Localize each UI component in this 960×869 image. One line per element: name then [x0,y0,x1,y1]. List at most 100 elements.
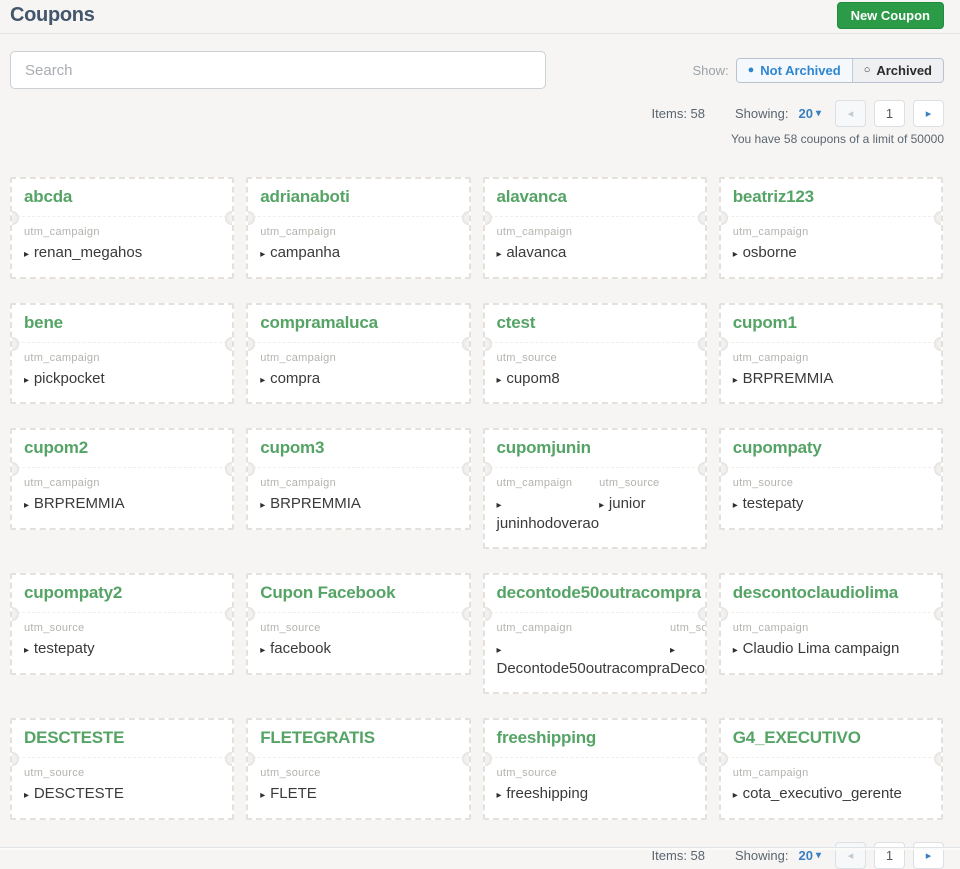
coupon-fields: utm_campaign ▸ pickpocket [12,343,232,403]
coupon-card[interactable]: cupom2 utm_campaign ▸ BRPREMMIA [10,428,234,530]
field-bullet-icon: ▸ [24,500,32,511]
ticket-notch-right-icon [225,752,234,766]
utm-field: utm_campaign ▸ renan_megahos [24,226,220,263]
utm-field: utm_source ▸ testepaty [24,622,220,659]
coupon-card[interactable]: compramaluca utm_campaign ▸ compra [246,303,470,405]
coupon-title: decontode50outracompra [485,575,705,613]
prev-page-button[interactable]: ◂ [835,100,866,127]
coupon-title: adrianaboti [248,179,468,217]
utm-field-label: utm_campaign [24,352,220,364]
coupon-card[interactable]: Cupon Facebook utm_source ▸ facebook [246,573,470,675]
coupon-card[interactable]: descontoclaudiolima utm_campaign ▸ Claud… [719,573,943,675]
utm-field: utm_campaign ▸ BRPREMMIA [260,477,456,514]
ticket-notch-right-icon [698,607,707,621]
filter-not-archived-label: Not Archived [760,64,840,77]
utm-field: utm_source ▸ FLETE [260,767,456,804]
utm-field-value: ▸ osborne [733,243,929,263]
field-bullet-icon: ▸ [733,249,741,260]
ticket-notch-right-icon [462,337,471,351]
utm-field-value: ▸ Decontode50outracompra [670,639,707,678]
coupon-card[interactable]: beatriz123 utm_campaign ▸ osborne [719,177,943,279]
toolbar: Show: ● Not Archived ○ Archived [10,51,944,89]
utm-field: utm_campaign ▸ BRPREMMIA [24,477,220,514]
utm-field-label: utm_source [497,352,693,364]
filter-not-archived[interactable]: ● Not Archived [737,59,852,82]
coupon-card[interactable]: decontode50outracompra utm_campaign ▸ De… [483,573,707,694]
archive-filter-group: Show: ● Not Archived ○ Archived [692,58,944,83]
utm-field-label: utm_campaign [260,226,456,238]
next-page-button[interactable]: ▸ [913,842,944,869]
ticket-notch-left-icon [719,337,728,351]
coupon-card[interactable]: G4_EXECUTIVO utm_campaign ▸ cota_executi… [719,718,943,820]
coupon-card[interactable]: DESCTESTE utm_source ▸ DESCTESTE [10,718,234,820]
utm-field-label: utm_source [260,622,456,634]
coupon-title: ctest [485,305,705,343]
utm-field: utm_source ▸ junior [599,477,697,533]
utm-field-value: ▸ BRPREMMIA [24,494,220,514]
utm-field-value: ▸ juninhodoverao [497,494,600,533]
prev-page-button[interactable]: ◂ [835,842,866,869]
utm-field-value-text: freeshipping [506,785,588,802]
field-bullet-icon: ▸ [260,500,268,511]
ticket-notch-right-icon [934,752,943,766]
coupon-fields: utm_source ▸ FLETE [248,758,468,818]
coupon-card[interactable]: cupomjunin utm_campaign ▸ juninhodoverao… [483,428,707,549]
coupon-title: cupom3 [248,430,468,468]
coupon-card[interactable]: alavanca utm_campaign ▸ alavanca [483,177,707,279]
coupon-card[interactable]: ctest utm_source ▸ cupom8 [483,303,707,405]
utm-field-value: ▸ cupom8 [497,369,693,389]
field-bullet-icon: ▸ [733,790,741,801]
coupon-card[interactable]: cupompaty2 utm_source ▸ testepaty [10,573,234,675]
utm-field-label: utm_campaign [24,477,220,489]
coupon-card[interactable]: bene utm_campaign ▸ pickpocket [10,303,234,405]
field-bullet-icon: ▸ [497,645,502,656]
field-bullet-icon: ▸ [24,249,32,260]
coupon-fields: utm_source ▸ cupom8 [485,343,705,403]
ticket-notch-left-icon [483,337,492,351]
coupon-fields: utm_source ▸ facebook [248,613,468,673]
utm-field: utm_source ▸ facebook [260,622,456,659]
coupon-card[interactable]: abcda utm_campaign ▸ renan_megahos [10,177,234,279]
coupon-card[interactable]: cupompaty utm_source ▸ testepaty [719,428,943,530]
next-page-button[interactable]: ▸ [913,100,944,127]
current-page-button[interactable]: 1 [874,842,905,869]
utm-field-label: utm_campaign [24,226,220,238]
utm-field-label: utm_campaign [497,226,693,238]
coupon-title: cupompaty [721,430,941,468]
coupon-fields: utm_campaign ▸ BRPREMMIA [721,343,941,403]
prev-arrow-icon: ◂ [848,107,854,120]
coupon-title: bene [12,305,232,343]
utm-field-value-text: compra [270,370,320,387]
utm-field-value-text: junior [609,495,646,512]
field-bullet-icon: ▸ [497,500,502,511]
coupon-card[interactable]: FLETEGRATIS utm_source ▸ FLETE [246,718,470,820]
utm-field-value: ▸ testepaty [24,639,220,659]
coupon-title: descontoclaudiolima [721,575,941,613]
coupon-fields: utm_campaign ▸ campanha [248,217,468,277]
coupon-card[interactable]: cupom3 utm_campaign ▸ BRPREMMIA [246,428,470,530]
utm-field-value-text: pickpocket [34,370,105,387]
utm-field-value: ▸ junior [599,494,697,514]
current-page-button[interactable]: 1 [874,100,905,127]
utm-field-label: utm_campaign [733,226,929,238]
utm-field-value-text: Claudio Lima campaign [743,640,900,657]
utm-field: utm_campaign ▸ pickpocket [24,352,220,389]
coupon-title: Cupon Facebook [248,575,468,613]
field-bullet-icon: ▸ [24,790,32,801]
coupon-card[interactable]: freeshipping utm_source ▸ freeshipping [483,718,707,820]
coupon-title: abcda [12,179,232,217]
utm-field-label: utm_source [733,477,929,489]
utm-field: utm_campaign ▸ Decontode50outracompra [497,622,670,678]
page-size-dropdown[interactable]: 20 ▾ [799,106,822,121]
coupon-card[interactable]: adrianaboti utm_campaign ▸ campanha [246,177,470,279]
coupon-fields: utm_source ▸ DESCTESTE [12,758,232,818]
utm-field-label: utm_campaign [733,767,929,779]
coupon-fields: utm_campaign ▸ BRPREMMIA [12,468,232,528]
new-coupon-button[interactable]: New Coupon [837,2,944,29]
filter-archived[interactable]: ○ Archived [852,59,943,82]
coupon-card[interactable]: cupom1 utm_campaign ▸ BRPREMMIA [719,303,943,405]
coupon-title: freeshipping [485,720,705,758]
utm-field-value: ▸ facebook [260,639,456,659]
field-bullet-icon: ▸ [497,790,505,801]
search-input[interactable] [10,51,546,89]
